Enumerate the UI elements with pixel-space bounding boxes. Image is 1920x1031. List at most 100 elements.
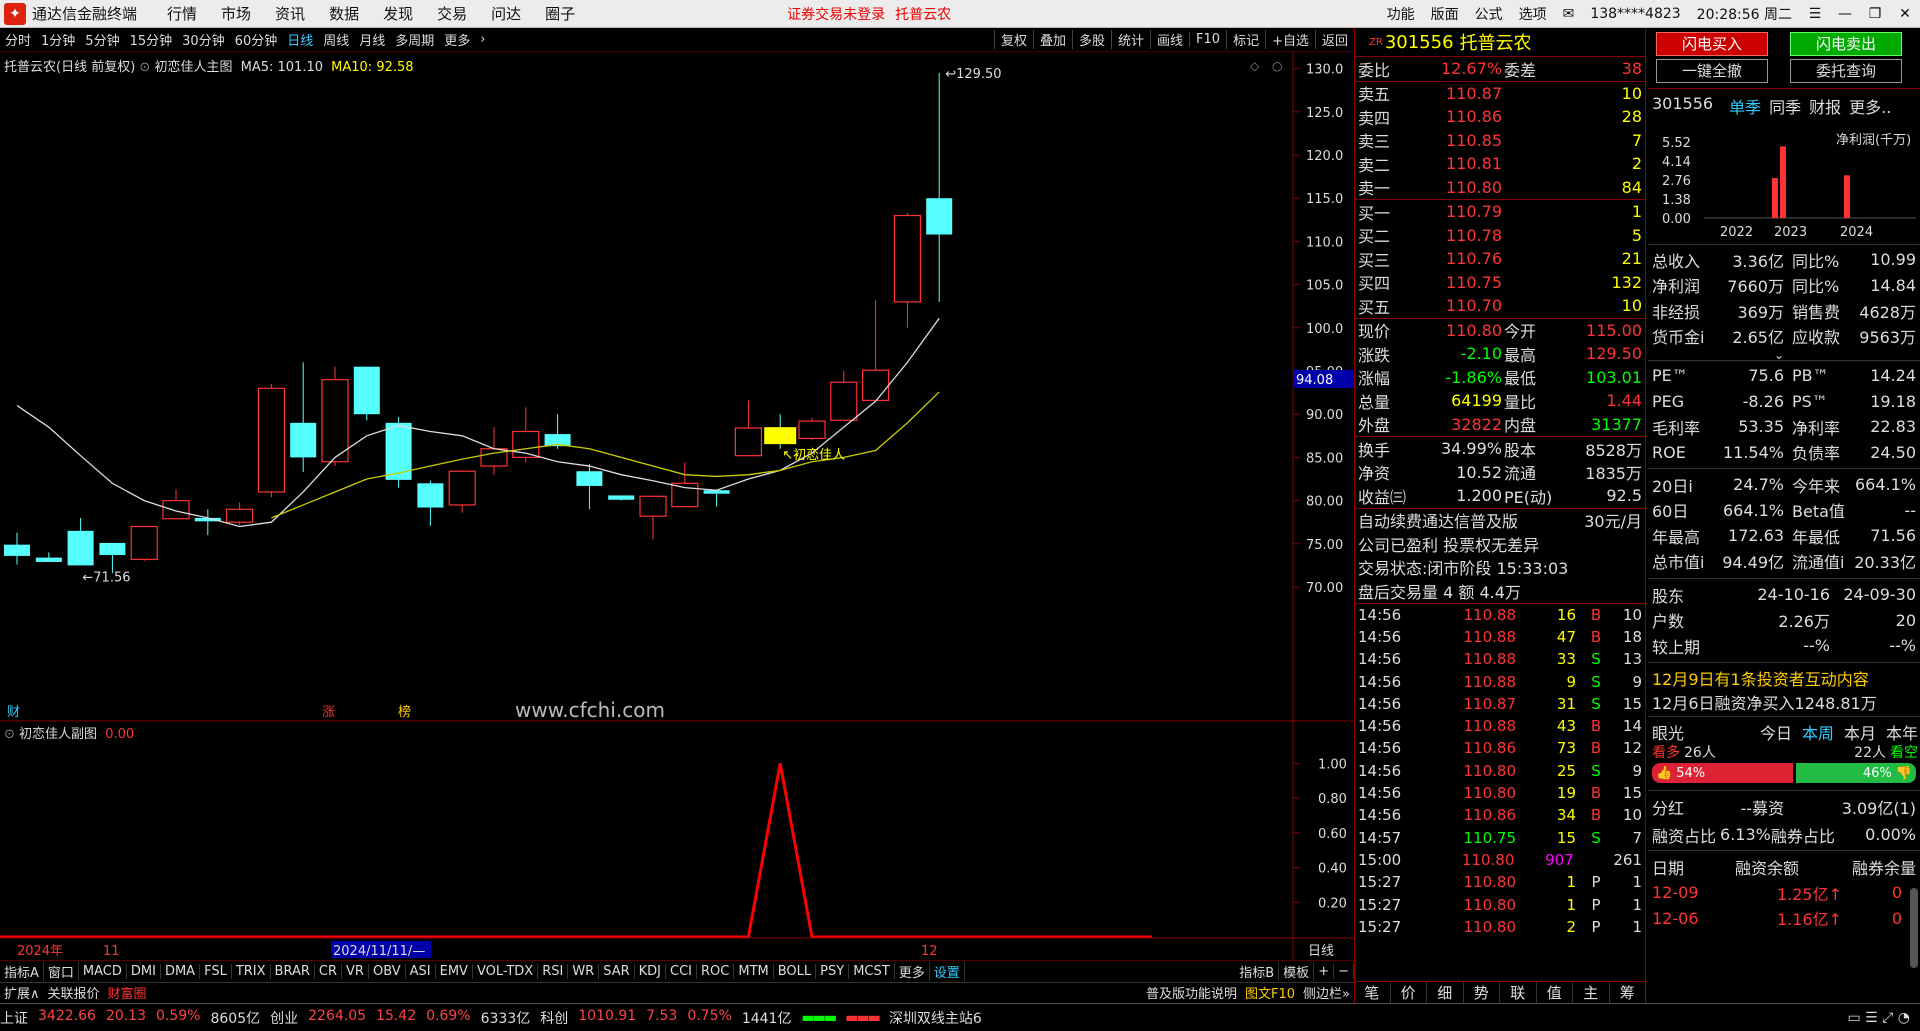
tick-row[interactable]: 14:56 110.80 19 B 15 — [1355, 782, 1645, 804]
indicator-tab[interactable]: 设置 — [930, 961, 965, 981]
menu-circle[interactable]: 圈子 — [545, 3, 575, 24]
cancel-all-button[interactable]: 一键全撤 — [1656, 59, 1768, 83]
server-name[interactable]: 深圳双线主站6 — [889, 1008, 982, 1028]
bid-row[interactable]: 买四 110.75 132 — [1355, 271, 1645, 295]
indicator-tab[interactable]: DMI — [127, 963, 161, 979]
related-quotes-button[interactable]: 关联报价 — [44, 983, 104, 1002]
bid-row[interactable]: 买二 110.78 5 — [1355, 224, 1645, 248]
tick-row[interactable]: 14:56 110.88 47 B 18 — [1355, 626, 1645, 648]
candle[interactable] — [99, 542, 126, 574]
period-1min[interactable]: 1分钟 — [41, 30, 75, 49]
maximize-icon[interactable]: ❐ — [1860, 6, 1890, 22]
candle[interactable] — [257, 383, 285, 498]
order-query-button[interactable]: 委托查询 — [1790, 59, 1902, 83]
chevron-right-icon[interactable]: › — [480, 32, 485, 47]
quote-tab[interactable]: 势 — [1464, 982, 1500, 1003]
quote-tab[interactable]: 主 — [1573, 982, 1610, 1003]
candle[interactable] — [861, 300, 890, 401]
ask-row[interactable]: 卖一 110.80 84 — [1355, 176, 1645, 200]
indicator-tab[interactable]: PSY — [816, 963, 850, 979]
tick-row[interactable]: 14:56 110.86 34 B 10 — [1355, 804, 1645, 826]
tick-row[interactable]: 15:27 110.80 2 P 1 — [1355, 916, 1645, 938]
toolbar-mark[interactable]: 标记 — [1226, 30, 1265, 49]
toolbar-overlay[interactable]: 叠加 — [1032, 30, 1072, 49]
candle[interactable] — [512, 407, 540, 463]
indicator-tab[interactable]: DMA — [161, 963, 201, 979]
quote-tab[interactable]: 筹 — [1610, 982, 1646, 1003]
indicator-tab[interactable]: BOLL — [774, 963, 817, 979]
toolbar-f10[interactable]: F10 — [1189, 32, 1226, 47]
candle[interactable] — [194, 509, 221, 536]
circle-icon[interactable]: ○ — [1272, 59, 1282, 73]
wealth-circle-button[interactable]: 财富圈 — [104, 983, 151, 1002]
menu-icon[interactable]: ☰ — [1800, 6, 1830, 22]
period-15min[interactable]: 15分钟 — [130, 30, 173, 49]
indicator-tab[interactable]: ASI — [406, 963, 436, 979]
quote-tab[interactable]: 细 — [1427, 982, 1464, 1003]
indicator-tab[interactable]: 窗口 — [44, 961, 79, 981]
tick-row[interactable]: 14:56 110.88 9 S 9 — [1355, 670, 1645, 692]
candle[interactable] — [734, 400, 763, 457]
period-60min[interactable]: 60分钟 — [235, 30, 278, 49]
candle[interactable] — [4, 532, 30, 565]
indicator-tab-right[interactable]: 模板 — [1279, 961, 1315, 981]
candle[interactable] — [226, 502, 254, 525]
side-scrollbar[interactable] — [1910, 888, 1918, 968]
bid-row[interactable]: 买三 110.76 21 — [1355, 247, 1645, 271]
toolbar-multi-stock[interactable]: 多股 — [1071, 30, 1111, 49]
indicator-tab[interactable]: CR — [315, 963, 343, 979]
tick-row[interactable]: 14:56 110.87 31 S 15 — [1355, 693, 1645, 715]
period-more[interactable]: 更多 — [444, 30, 470, 49]
menu-trade[interactable]: 交易 — [437, 3, 467, 24]
bull-bear-bar[interactable]: 👍 54% 46% 👎 — [1652, 763, 1916, 783]
indicator-tab[interactable]: TRIX — [232, 963, 271, 979]
candle[interactable] — [639, 495, 667, 540]
period-daily[interactable]: 日线 — [287, 30, 313, 49]
period-intraday[interactable]: 分时 — [5, 30, 31, 49]
indicator-tab[interactable]: KDJ — [635, 963, 667, 979]
menu-quotes[interactable]: 行情 — [167, 3, 197, 24]
candle[interactable] — [417, 480, 444, 526]
subscription-text[interactable]: 自动续费通达信普及版 — [1358, 508, 1518, 532]
indicator-tab[interactable]: EMV — [436, 963, 473, 979]
toolbar-add-watch[interactable]: +自选 — [1265, 30, 1315, 49]
index-name[interactable]: 上证 — [0, 1008, 28, 1028]
index-ticker[interactable]: 上证 3422.66 20.13 0.59% 8605亿 创业 2264.05 15.42 0.… — [0, 1008, 801, 1028]
quote-tab[interactable]: 值 — [1537, 982, 1573, 1003]
indicator-tab[interactable]: MACD — [79, 963, 127, 979]
tick-row[interactable]: 14:56 110.88 33 S 13 — [1355, 648, 1645, 670]
diamond-icon[interactable]: ◇ — [1250, 59, 1260, 73]
menu-discover[interactable]: 发现 — [383, 3, 413, 24]
tick-row[interactable]: 14:56 110.88 43 B 14 — [1355, 715, 1645, 737]
candle[interactable] — [703, 490, 730, 507]
menu-layout[interactable]: 版面 — [1431, 4, 1459, 24]
indicator-tab[interactable]: MTM — [734, 963, 774, 979]
news-interaction[interactable]: 12月9日有1条投资者互动内容 — [1652, 666, 1869, 690]
period-label[interactable]: 日线 — [1308, 944, 1334, 959]
mini-bar[interactable] — [1772, 178, 1778, 218]
candle[interactable] — [671, 462, 699, 508]
news-margin[interactable]: 12月6日融资净买入1248.81万 — [1652, 690, 1877, 714]
candle[interactable] — [353, 366, 380, 421]
candle[interactable] — [35, 552, 62, 562]
quote-tab[interactable]: 笔 — [1354, 982, 1391, 1003]
login-notice[interactable]: 证券交易未登录 — [787, 4, 885, 24]
indicator-tab[interactable]: ROC — [697, 963, 735, 979]
minimize-icon[interactable]: — — [1830, 6, 1860, 22]
close-icon[interactable]: ✕ — [1890, 6, 1920, 22]
candle[interactable] — [926, 72, 953, 302]
indicator-flag[interactable]: 榜 — [398, 704, 411, 720]
flash-buy-button[interactable]: 闪电买入 — [1656, 32, 1768, 56]
tick-row[interactable]: 14:56 110.86 73 B 12 — [1355, 737, 1645, 759]
menu-news[interactable]: 资讯 — [275, 3, 305, 24]
indicator-tab-right[interactable]: 指标B — [1235, 961, 1280, 981]
indicator-flag[interactable]: 财 — [7, 705, 20, 720]
ask-row[interactable]: 卖五 110.87 10 — [1355, 82, 1645, 106]
bid-row[interactable]: 买五 110.70 10 — [1355, 294, 1645, 318]
eye-tab-week[interactable]: 本周 — [1802, 720, 1834, 744]
indicator-tab[interactable]: BRAR — [271, 963, 315, 979]
menu-market[interactable]: 市场 — [221, 3, 251, 24]
quote-tab[interactable]: 联 — [1500, 982, 1537, 1003]
tick-row[interactable]: 15:00 110.80 907 261 — [1355, 849, 1645, 871]
ask-row[interactable]: 卖三 110.85 7 — [1355, 129, 1645, 153]
